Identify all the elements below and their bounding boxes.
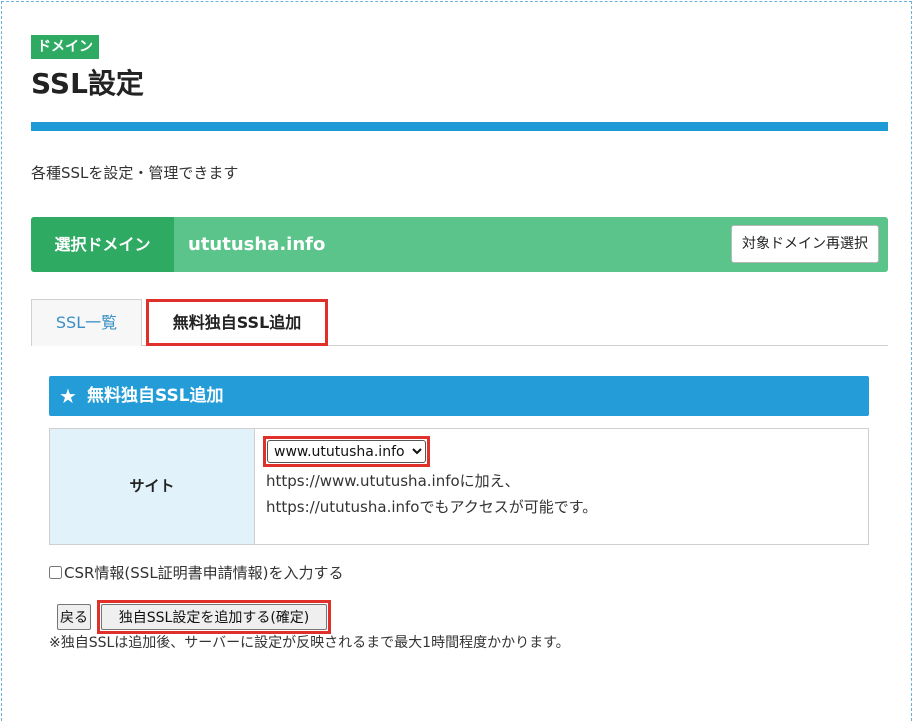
site-note-line-2: https://ututusha.infoでもアクセスが可能です。 (266, 498, 598, 516)
site-label: サイト (50, 429, 255, 544)
site-note: https://www.ututusha.infoに加え、 https://ut… (266, 468, 597, 520)
reselect-domain-button[interactable]: 対象ドメイン再選択 (731, 225, 879, 263)
csr-option[interactable]: CSR情報(SSL証明書申請情報)を入力する (49, 562, 344, 584)
panel-title: 無料独自SSL追加 (87, 386, 224, 406)
site-select-highlight: www.ututusha.info (263, 436, 430, 467)
back-button[interactable]: 戻る (57, 604, 91, 630)
add-ssl-confirm-button[interactable]: 独自SSL設定を追加する(確定) (101, 604, 327, 630)
footnote: ※独自SSLは追加後、サーバーに設定が反映されるまで最大1時間程度かかります。 (49, 635, 570, 651)
csr-checkbox-label: CSR情報(SSL証明書申請情報)を入力する (64, 564, 344, 582)
tab-add-free-ssl[interactable]: 無料独自SSL追加 (146, 299, 328, 346)
site-form-table: サイト www.ututusha.info https://www.ututus… (49, 428, 869, 545)
csr-checkbox[interactable] (49, 566, 62, 579)
page-title: SSL設定 (31, 67, 144, 100)
site-note-line-1: https://www.ututusha.infoに加え、 (266, 472, 520, 490)
star-icon: ★ (59, 384, 77, 408)
selected-domain-bar: 選択ドメイン ututusha.info 対象ドメイン再選択 (31, 217, 888, 272)
title-underline (31, 122, 888, 131)
panel-header: ★ 無料独自SSL追加 (49, 376, 869, 416)
submit-highlight: 独自SSL設定を追加する(確定) (97, 600, 331, 634)
page-description: 各種SSLを設定・管理できます (31, 164, 239, 182)
selected-domain-label: 選択ドメイン (31, 217, 174, 272)
selected-domain-value: ututusha.info (188, 234, 326, 255)
tab-ssl-list[interactable]: SSL一覧 (31, 299, 142, 346)
category-badge: ドメイン (31, 35, 99, 59)
site-select[interactable]: www.ututusha.info (267, 440, 426, 463)
